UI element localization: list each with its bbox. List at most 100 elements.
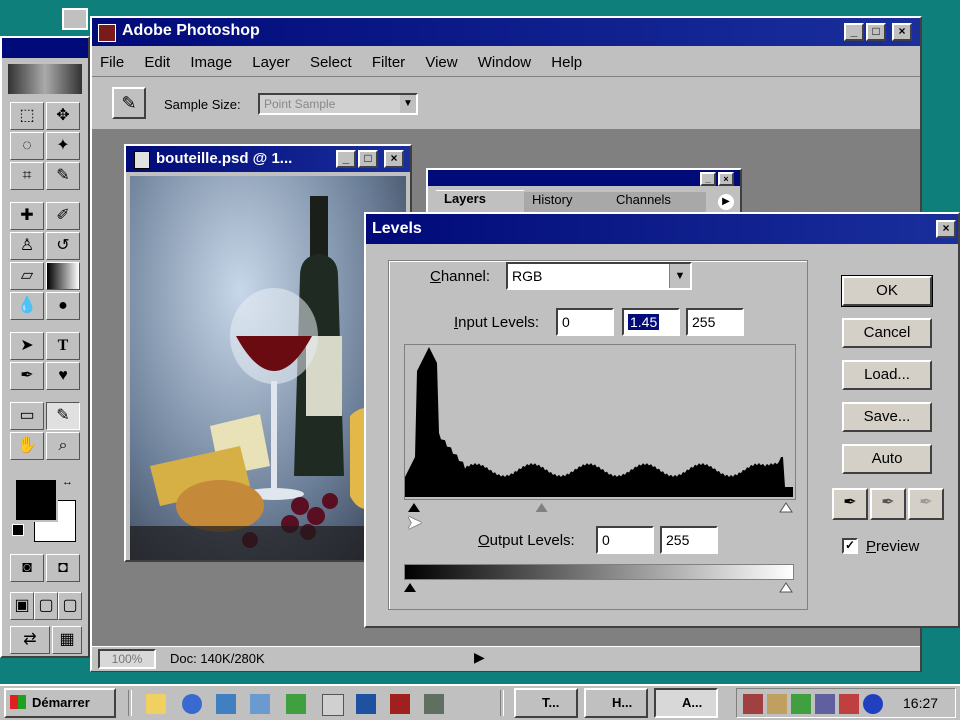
eraser-tool-icon[interactable]: ▱ [10,262,44,290]
pen-tool-icon[interactable]: ✒ [10,362,44,390]
white-point-eyedropper-icon[interactable]: ✒ [908,488,944,520]
menu-layer[interactable]: Layer [252,54,290,71]
swap-colors-icon[interactable]: ↔ [62,476,73,488]
default-colors-icon[interactable] [12,524,24,536]
path-select-tool-icon[interactable]: ➤ [10,332,44,360]
extra-tool-icon[interactable]: ▦ [52,626,82,654]
toolbox-titlebar[interactable] [2,38,88,58]
eyedropper-slice-tool-icon[interactable]: ✎ [46,162,80,190]
quicklaunch-ie-icon[interactable] [182,694,202,714]
zoom-tool-icon[interactable]: ⌕ [46,432,80,460]
gradient-tool-icon[interactable] [46,262,80,290]
input-gamma-slider[interactable] [535,503,548,512]
save-button[interactable]: Save... [842,402,932,432]
input-white-slider[interactable] [779,502,793,513]
shape-tool-icon[interactable]: ♥ [46,362,80,390]
output-black-field[interactable]: 0 [596,526,654,554]
quicklaunch-app-icon[interactable] [390,694,410,714]
palette-menu-icon[interactable]: ▶ [718,194,734,210]
input-white-field[interactable]: 255 [686,308,744,336]
zoom-field[interactable]: 100% [98,649,156,669]
foreground-color-swatch[interactable] [14,478,58,522]
quicklaunch-calc-icon[interactable] [322,694,344,716]
imageready-icon[interactable]: ⇄ [10,626,50,654]
clock[interactable]: 16:27 [903,695,938,711]
document-maximize-button[interactable]: □ [358,150,378,168]
cancel-button[interactable]: Cancel [842,318,932,348]
quicklaunch-outlook-icon[interactable] [216,694,236,714]
healing-tool-icon[interactable]: ✚ [10,202,44,230]
menu-help[interactable]: Help [551,54,582,71]
quicklaunch-channels-icon[interactable] [286,694,306,714]
move-tool-icon[interactable]: ✥ [46,102,80,130]
menu-window[interactable]: Window [478,54,531,71]
quicklaunch-explorer-icon[interactable] [146,694,166,714]
close-button[interactable]: × [892,23,912,41]
tab-layers[interactable]: Layers [436,190,524,213]
task-button-photoshop[interactable]: A... [654,688,718,718]
menu-image[interactable]: Image [190,54,232,71]
app-titlebar[interactable]: Adobe Photoshop [92,18,920,46]
desktop-icon[interactable] [62,8,88,30]
tray-icon-5[interactable] [839,694,859,714]
eyedropper-options-icon[interactable]: ✎ [112,87,146,119]
screen-mode-3-icon[interactable]: ▢ [58,592,82,620]
gray-point-eyedropper-icon[interactable]: ✒ [870,488,906,520]
menu-file[interactable]: File [100,54,124,71]
quicklaunch-media-icon[interactable] [356,694,376,714]
input-black-field[interactable]: 0 [556,308,614,336]
standard-mode-icon[interactable]: ◙ [10,554,44,582]
start-button[interactable]: Démarrer [4,688,116,718]
tray-icon-4[interactable] [815,694,835,714]
marquee-tool-icon[interactable]: ⬚ [10,102,44,130]
menu-view[interactable]: View [425,54,457,71]
levels-titlebar[interactable]: Levels [366,214,958,244]
palette-titlebar[interactable] [428,170,740,186]
tray-icon-2[interactable] [767,694,787,714]
tray-icon-3[interactable] [791,694,811,714]
preview-checkbox[interactable]: ✓ [842,538,858,554]
document-minimize-button[interactable]: _ [336,150,356,168]
minimize-button[interactable]: _ [844,23,864,41]
palette-minimize-button[interactable]: _ [700,172,716,186]
auto-button[interactable]: Auto [842,444,932,474]
load-button[interactable]: Load... [842,360,932,390]
tray-icon-1[interactable] [743,694,763,714]
output-white-slider[interactable] [779,582,793,593]
notes-tool-icon[interactable]: ▭ [10,402,44,430]
task-button-2[interactable]: H... [584,688,648,718]
output-white-field[interactable]: 255 [660,526,718,554]
palette-close-button[interactable]: × [718,172,734,186]
stamp-tool-icon[interactable]: ♙ [10,232,44,260]
levels-close-button[interactable]: × [936,220,956,238]
task-button-1[interactable]: T... [514,688,578,718]
menu-filter[interactable]: Filter [372,54,405,71]
type-tool-icon[interactable]: T [46,332,80,360]
channel-chevron-down-icon[interactable]: ▼ [669,264,690,288]
screen-mode-2-icon[interactable]: ▢ [34,592,58,620]
brush-tool-icon[interactable]: ✐ [46,202,80,230]
screen-mode-1-icon[interactable]: ▣ [10,592,34,620]
tab-channels[interactable]: Channels [608,192,706,212]
blur-tool-icon[interactable]: 💧 [10,292,44,320]
menu-edit[interactable]: Edit [144,54,170,71]
black-point-eyedropper-icon[interactable]: ✒ [832,488,868,520]
crop-tool-icon[interactable]: ⌗ [10,162,44,190]
ok-button[interactable]: OK [841,275,933,307]
menu-select[interactable]: Select [310,54,352,71]
quicklaunch-pattern-icon[interactable] [424,694,444,714]
tab-history[interactable]: History [524,192,612,212]
magic-wand-tool-icon[interactable]: ✦ [46,132,80,160]
maximize-button[interactable]: □ [866,23,886,41]
tray-icon-6[interactable] [863,694,883,714]
lasso-tool-icon[interactable]: ◌ [10,132,44,160]
chevron-down-icon[interactable]: ▼ [400,95,416,113]
output-black-slider[interactable] [404,583,416,592]
hand-tool-icon[interactable]: ✋ [10,432,44,460]
input-gamma-field[interactable]: 1.45 [622,308,680,336]
dodge-tool-icon[interactable]: ● [46,292,80,320]
document-close-button[interactable]: × [384,150,404,168]
history-brush-tool-icon[interactable]: ↺ [46,232,80,260]
quicklaunch-desktop-icon[interactable] [250,694,270,714]
channel-select[interactable]: RGB ▼ [506,262,692,290]
